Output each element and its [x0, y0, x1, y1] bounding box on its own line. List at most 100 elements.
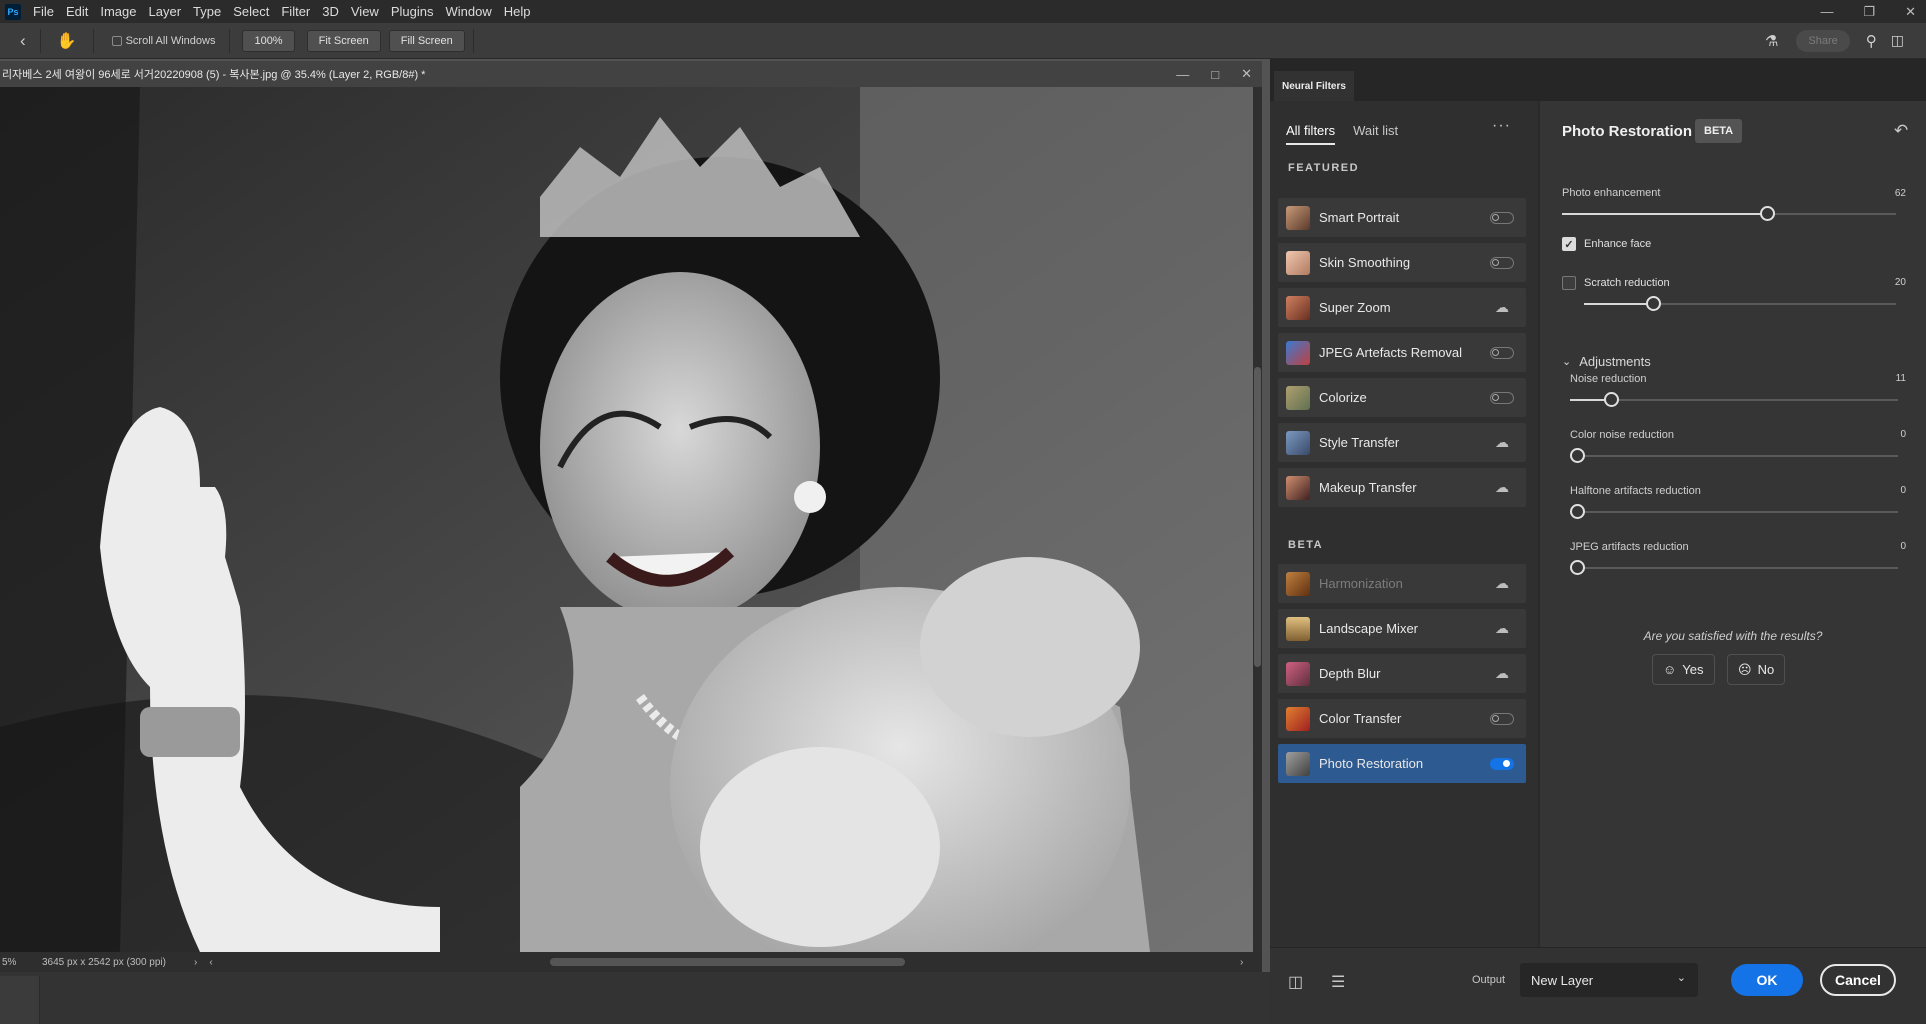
doc-maximize-icon[interactable]: □ [1211, 67, 1219, 82]
enhance-face-checkbox[interactable]: ✓ [1562, 237, 1576, 251]
output-select[interactable]: New Layer ⌄ [1520, 963, 1698, 997]
menu-plugins[interactable]: Plugins [385, 4, 440, 19]
noise-reduction-slider[interactable] [1570, 392, 1898, 407]
menu-select[interactable]: Select [227, 4, 275, 19]
close-window-icon[interactable]: ✕ [1905, 4, 1916, 20]
show-preview-icon[interactable]: ◫ [1288, 972, 1303, 992]
slider-handle[interactable] [1570, 560, 1585, 575]
document-window-controls: — □ ✕ [1176, 61, 1252, 87]
layer-preview-icon[interactable]: ☰ [1331, 972, 1345, 992]
yes-feedback-button[interactable]: ☺ Yes [1652, 654, 1715, 685]
zoom-100-button[interactable]: 100% [242, 29, 295, 52]
no-feedback-button[interactable]: ☹ No [1727, 654, 1786, 685]
photo-enhancement-value: 62 [1894, 188, 1906, 199]
cloud-download-icon[interactable]: ☁ [1490, 299, 1514, 316]
filter-item-color-transfer[interactable]: Color Transfer [1278, 699, 1526, 738]
filter-item-photo-restoration[interactable]: Photo Restoration [1278, 744, 1526, 783]
menu-help[interactable]: Help [498, 4, 537, 19]
photo-restoration-toggle[interactable] [1490, 757, 1514, 770]
menu-file[interactable]: File [27, 4, 60, 19]
tab-all-filters[interactable]: All filters [1286, 123, 1336, 145]
filter-item-depth-blur[interactable]: Depth Blur ☁ [1278, 654, 1526, 693]
menu-layer[interactable]: Layer [143, 4, 188, 19]
workspace-icon[interactable]: ◫ [1891, 32, 1904, 49]
divider [39, 28, 41, 53]
harmonization-thumbnail-icon [1286, 571, 1310, 596]
status-chevron-icon[interactable]: › [194, 957, 197, 968]
fit-screen-button[interactable]: Fit Screen [306, 29, 381, 52]
checkbox-box[interactable] [111, 35, 122, 46]
bottom-slot [0, 976, 40, 1024]
ok-button[interactable]: OK [1731, 964, 1803, 996]
photo-restoration-thumbnail-icon [1286, 751, 1310, 776]
filter-item-jpeg-artefacts-removal[interactable]: JPEG Artefacts Removal [1278, 333, 1526, 372]
scratch-reduction-checkbox[interactable] [1562, 276, 1576, 290]
slider-handle[interactable] [1646, 296, 1661, 311]
halftone-artifacts-reduction-slider[interactable] [1570, 504, 1898, 519]
share-button[interactable]: Share [1796, 29, 1850, 52]
color-transfer-toggle[interactable] [1490, 712, 1514, 725]
search-icon[interactable]: ⚲ [1866, 32, 1877, 50]
adjustments-header[interactable]: ⌄ Adjustments [1562, 354, 1651, 369]
filter-item-makeup-transfer[interactable]: Makeup Transfer ☁ [1278, 468, 1526, 507]
depth-blur-thumbnail-icon [1286, 661, 1310, 686]
noise-reduction-label: Noise reduction [1570, 373, 1647, 385]
scroll-all-windows-checkbox[interactable]: Scroll All Windows [111, 35, 215, 47]
tab-wait-list[interactable]: Wait list [1353, 123, 1398, 145]
fill-screen-button[interactable]: Fill Screen [388, 29, 465, 52]
slider-handle[interactable] [1570, 448, 1585, 463]
smart-portrait-toggle[interactable] [1490, 211, 1514, 224]
cancel-button[interactable]: Cancel [1820, 964, 1896, 996]
filter-item-harmonization[interactable]: Harmonization ☁ [1278, 564, 1526, 603]
menu-filter[interactable]: Filter [275, 4, 316, 19]
menu-view[interactable]: View [345, 4, 385, 19]
filter-item-style-transfer[interactable]: Style Transfer ☁ [1278, 423, 1526, 462]
hand-tool-icon[interactable]: ✋ [57, 31, 77, 51]
vertical-scrollbar-thumb[interactable] [1254, 367, 1261, 667]
filter-item-skin-smoothing[interactable]: Skin Smoothing [1278, 243, 1526, 282]
reset-icon[interactable]: ↶ [1894, 121, 1908, 141]
zoom-readout[interactable]: 5% [2, 957, 42, 968]
filter-label: Photo Restoration [1319, 756, 1424, 771]
vertical-scrollbar[interactable] [1253, 87, 1262, 952]
doc-close-icon[interactable]: ✕ [1241, 66, 1252, 82]
menu-type[interactable]: Type [187, 4, 227, 19]
cloud-download-icon[interactable]: ☁ [1490, 434, 1514, 451]
cloud-download-icon[interactable]: ☁ [1490, 665, 1514, 682]
slider-handle[interactable] [1760, 206, 1775, 221]
cloud-download-icon[interactable]: ☁ [1490, 575, 1514, 592]
menu-window[interactable]: Window [439, 4, 497, 19]
doc-minimize-icon[interactable]: — [1176, 67, 1189, 82]
filter-item-landscape-mixer[interactable]: Landscape Mixer ☁ [1278, 609, 1526, 648]
minimize-window-icon[interactable]: — [1820, 4, 1833, 19]
filter-item-colorize[interactable]: Colorize [1278, 378, 1526, 417]
document-tab[interactable]: 리자베스 2세 여왕이 96세로 서거20220908 (5) - 복사본.jp… [0, 61, 1262, 87]
document-canvas[interactable] [0, 87, 1253, 952]
jpeg-artifacts-reduction-slider[interactable] [1570, 560, 1898, 575]
back-chevron-icon[interactable]: ‹ [20, 31, 26, 51]
horizontal-scrollbar-thumb[interactable] [550, 958, 905, 966]
tab-neural-filters[interactable]: Neural Filters [1274, 71, 1354, 101]
restore-window-icon[interactable]: ❐ [1863, 4, 1875, 20]
menu-3d[interactable]: 3D [316, 4, 345, 19]
scratch-reduction-slider[interactable] [1584, 296, 1896, 311]
slider-handle[interactable] [1604, 392, 1619, 407]
skin-smoothing-toggle[interactable] [1490, 256, 1514, 269]
cloud-download-icon[interactable]: ☁ [1490, 479, 1514, 496]
scroll-right-icon[interactable]: › [1240, 957, 1243, 968]
noise-reduction-value: 11 [1895, 373, 1906, 384]
cloud-download-icon[interactable]: ☁ [1490, 620, 1514, 637]
color-noise-reduction-slider[interactable] [1570, 448, 1898, 463]
scroll-left-icon[interactable]: ‹ [209, 957, 212, 968]
menu-image[interactable]: Image [94, 4, 142, 19]
beta-section-label: BETA [1288, 539, 1324, 551]
more-options-icon[interactable]: ··· [1492, 117, 1511, 135]
filter-item-super-zoom[interactable]: Super Zoom ☁ [1278, 288, 1526, 327]
jpeg-artefacts-toggle[interactable] [1490, 346, 1514, 359]
flask-icon[interactable]: ⚗ [1765, 32, 1778, 50]
slider-handle[interactable] [1570, 504, 1585, 519]
menu-edit[interactable]: Edit [60, 4, 94, 19]
colorize-toggle[interactable] [1490, 391, 1514, 404]
photo-enhancement-slider[interactable] [1562, 206, 1896, 221]
filter-item-smart-portrait[interactable]: Smart Portrait [1278, 198, 1526, 237]
